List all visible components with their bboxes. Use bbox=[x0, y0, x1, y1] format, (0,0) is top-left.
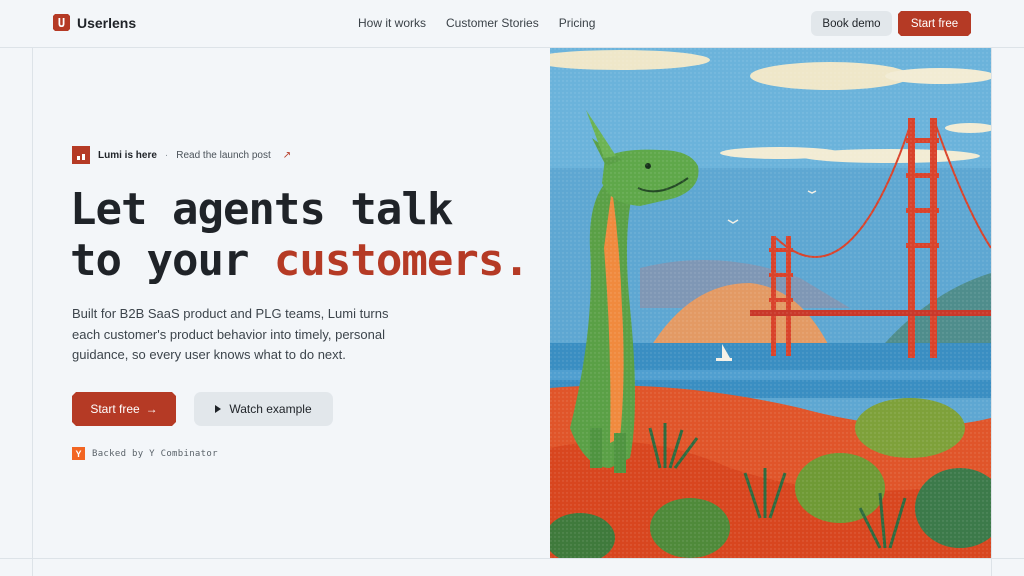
site-header: U Userlens How it works Customer Stories… bbox=[0, 0, 1024, 48]
start-free-button[interactable]: Start free → bbox=[72, 392, 176, 426]
headline-accent: customers. bbox=[273, 235, 530, 286]
frame-line-left bbox=[32, 48, 33, 576]
main-nav: How it works Customer Stories Pricing bbox=[358, 16, 595, 30]
play-icon bbox=[215, 405, 222, 413]
dragon-golden-gate-illustration bbox=[550, 48, 991, 558]
brand-name: Userlens bbox=[77, 14, 137, 31]
frame-line-right bbox=[991, 48, 992, 576]
headline-line-1: Let agents talk bbox=[70, 184, 453, 235]
nav-customer-stories[interactable]: Customer Stories bbox=[446, 16, 539, 30]
nav-pricing[interactable]: Pricing bbox=[559, 16, 596, 30]
hero-subtext: Built for B2B SaaS product and PLG teams… bbox=[72, 306, 389, 362]
lumi-icon bbox=[72, 146, 90, 164]
book-demo-button[interactable]: Book demo bbox=[811, 11, 892, 36]
watch-example-label: Watch example bbox=[229, 402, 312, 416]
backed-text: Backed by Y Combinator bbox=[92, 448, 218, 459]
hero-illustration bbox=[550, 48, 991, 558]
headline-line-2: to your bbox=[70, 235, 274, 286]
frame-line-bottom bbox=[0, 558, 1024, 559]
brand[interactable]: U Userlens bbox=[53, 14, 136, 31]
launch-post-link[interactable]: Read the launch post bbox=[176, 150, 271, 161]
announcement-banner[interactable]: Lumi is here · Read the launch post ↗ bbox=[72, 146, 291, 164]
userlens-logo-icon: U bbox=[53, 14, 70, 31]
start-free-label: Start free bbox=[90, 402, 140, 416]
backed-by-yc: Y Backed by Y Combinator bbox=[72, 447, 218, 460]
external-arrow-icon: ↗ bbox=[282, 149, 292, 161]
arrow-right-icon: → bbox=[145, 402, 158, 416]
announcement-title: Lumi is here bbox=[98, 149, 157, 161]
watch-example-button[interactable]: Watch example bbox=[194, 392, 333, 426]
hero-headline: Let agents talk to your customers. bbox=[70, 184, 530, 286]
nav-how-it-works[interactable]: How it works bbox=[358, 16, 426, 30]
start-free-header-button[interactable]: Start free bbox=[898, 11, 971, 36]
announcement-separator: · bbox=[164, 149, 169, 161]
yc-logo-icon: Y bbox=[72, 447, 85, 460]
